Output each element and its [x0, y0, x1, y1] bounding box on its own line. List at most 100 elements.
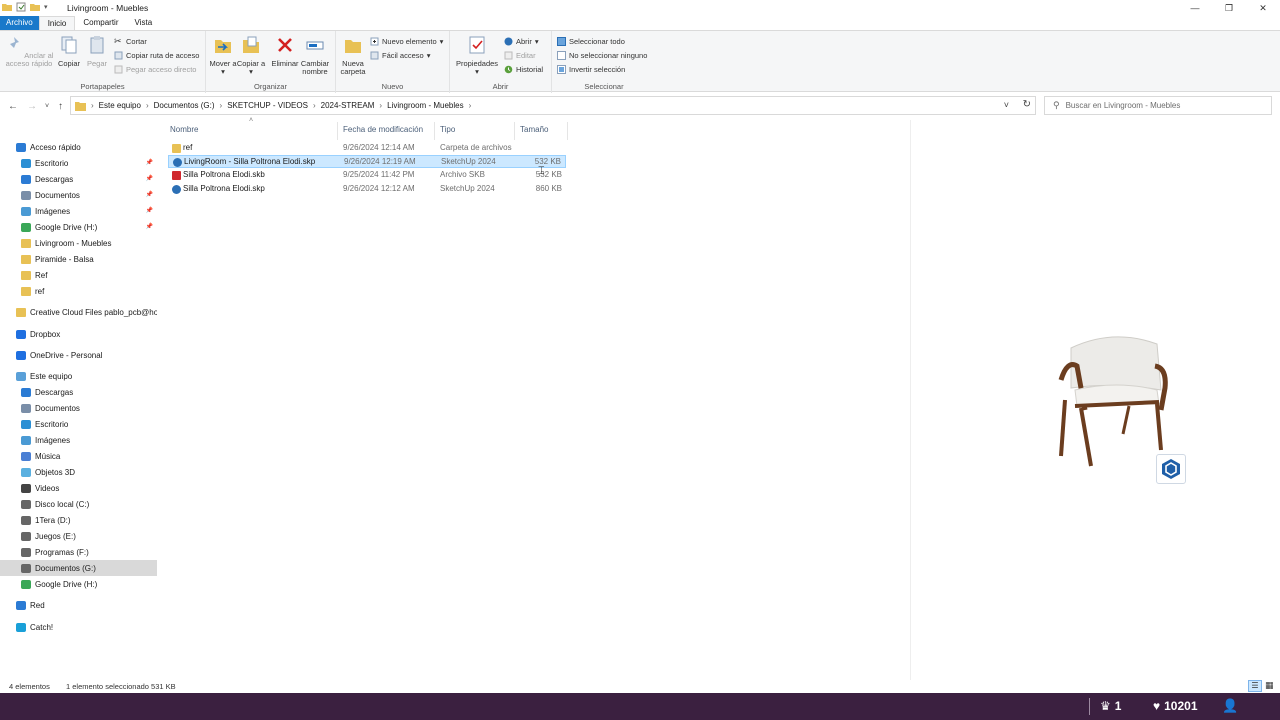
copy-button[interactable]: Copiar: [54, 35, 84, 68]
qat-dropdown-icon[interactable]: ▾: [44, 3, 48, 11]
divider: [1089, 698, 1090, 715]
new-folder-icon[interactable]: [30, 2, 40, 12]
file-row[interactable]: Silla Poltrona Elodi.skb 9/25/2024 11:42 …: [168, 169, 566, 182]
column-divider[interactable]: [514, 122, 515, 140]
nav-item-18[interactable]: Música: [0, 448, 157, 464]
chevron-right-icon[interactable]: ›: [146, 101, 149, 110]
nav-item-26[interactable]: Google Drive (H:): [0, 576, 157, 592]
large-icons-view-icon[interactable]: ▦: [1265, 680, 1274, 691]
nav-item-21[interactable]: Disco local (C:): [0, 496, 157, 512]
file-row[interactable]: Silla Poltrona Elodi.skp 9/26/2024 12:12 …: [168, 183, 566, 196]
nav-item-24[interactable]: Programas (F:): [0, 544, 157, 560]
pin-icon[interactable]: 📌: [146, 207, 153, 214]
back-arrow-icon[interactable]: ←: [8, 101, 18, 112]
nav-item-0[interactable]: Acceso rápido: [0, 139, 157, 155]
nav-item-11[interactable]: Dropbox: [0, 326, 157, 342]
column-divider[interactable]: [567, 122, 568, 140]
maximize-button[interactable]: ❐: [1212, 0, 1246, 16]
pin-icon[interactable]: 📌: [146, 223, 153, 230]
tab-archivo[interactable]: Archivo: [0, 16, 39, 30]
file-row[interactable]: LivingRoom - Silla Poltrona Elodi.skp 9/2…: [168, 155, 566, 168]
close-button[interactable]: ✕: [1246, 0, 1280, 16]
up-arrow-icon[interactable]: ↑: [58, 101, 63, 112]
nav-item-25[interactable]: Documentos (G:): [0, 560, 157, 576]
history-button[interactable]: Historial: [504, 65, 543, 74]
nav-item-14[interactable]: Descargas: [0, 384, 157, 400]
nav-item-22[interactable]: 1Tera (D:): [0, 512, 157, 528]
cut-button[interactable]: ✂ Cortar: [114, 37, 147, 47]
user-settings-icon[interactable]: 👤: [1222, 698, 1238, 714]
chevron-right-icon[interactable]: ›: [313, 101, 316, 110]
select-all-button[interactable]: Seleccionar todo: [557, 37, 625, 46]
nav-item-27[interactable]: Red: [0, 597, 157, 613]
paste-button[interactable]: Pegar: [82, 35, 112, 68]
breadcrumb-livingroom[interactable]: Livingroom - Muebles: [387, 101, 463, 110]
tab-inicio[interactable]: Inicio: [38, 16, 76, 30]
forward-arrow-icon[interactable]: →: [27, 101, 37, 112]
open-button[interactable]: Abrir ▾: [504, 37, 539, 46]
search-input[interactable]: ⚲ Buscar en Livingroom - Muebles: [1044, 96, 1272, 115]
pin-quick-access-button[interactable]: Anclar al acceso rápido: [2, 35, 56, 68]
minimize-button[interactable]: —: [1178, 0, 1212, 16]
nav-item-19[interactable]: Objetos 3D: [0, 464, 157, 480]
column-header-name[interactable]: Nombre: [170, 125, 198, 134]
nav-item-1[interactable]: Escritorio 📌: [0, 155, 157, 171]
nav-item-23[interactable]: Juegos (E:): [0, 528, 157, 544]
invert-selection-button[interactable]: Invertir selección: [557, 65, 625, 74]
nav-item-3[interactable]: Documentos 📌: [0, 187, 157, 203]
move-to-icon: [215, 40, 231, 53]
breadcrumb-este-equipo[interactable]: Este equipo: [99, 101, 141, 110]
address-bar[interactable]: › Este equipo › Documentos (G:) › SKETCH…: [70, 96, 1036, 115]
pin-icon[interactable]: 📌: [146, 191, 153, 198]
breadcrumb-documentos[interactable]: Documentos (G:): [154, 101, 215, 110]
chevron-right-icon[interactable]: ›: [379, 101, 382, 110]
nav-item-6[interactable]: Livingroom - Muebles: [0, 235, 157, 251]
pin-icon[interactable]: 📌: [146, 175, 153, 182]
column-divider[interactable]: [337, 122, 338, 140]
nav-item-7[interactable]: Piramide - Balsa: [0, 251, 157, 267]
tab-compartir[interactable]: Compartir: [75, 16, 126, 30]
nav-item-17[interactable]: Imágenes: [0, 432, 157, 448]
nav-item-2[interactable]: Descargas 📌: [0, 171, 157, 187]
tab-vista[interactable]: Vista: [127, 16, 161, 30]
nav-item-28[interactable]: Catch!: [0, 619, 157, 635]
properties-button[interactable]: Propiedades ▾: [454, 35, 500, 76]
nav-item-12[interactable]: OneDrive - Personal: [0, 347, 157, 363]
chevron-right-icon[interactable]: ›: [469, 101, 472, 110]
rename-button[interactable]: Cambiar nombre: [300, 35, 330, 76]
details-view-icon[interactable]: ☰: [1248, 680, 1262, 692]
edit-button[interactable]: Editar: [504, 51, 536, 60]
delete-button[interactable]: Eliminar: [270, 35, 300, 68]
refresh-icon[interactable]: ↻: [1023, 99, 1031, 110]
nav-item-8[interactable]: Ref: [0, 267, 157, 283]
copy-path-button[interactable]: Copiar ruta de acceso: [114, 51, 199, 60]
nav-item-9[interactable]: ref: [0, 283, 157, 299]
file-row[interactable]: ref 9/26/2024 12:14 AM Carpeta de archivos: [168, 142, 566, 155]
nav-item-20[interactable]: Videos: [0, 480, 157, 496]
nav-item-4[interactable]: Imágenes 📌: [0, 203, 157, 219]
address-dropdown-icon[interactable]: ˅: [1004, 100, 1009, 110]
select-none-button[interactable]: No seleccionar ninguno: [557, 51, 647, 60]
breadcrumb-2024-stream[interactable]: 2024-STREAM: [321, 101, 375, 110]
nav-item-16[interactable]: Escritorio: [0, 416, 157, 432]
new-folder-button[interactable]: Nueva carpeta: [338, 35, 368, 76]
copy-to-button[interactable]: Copiar a ▾: [236, 35, 266, 76]
column-header-date[interactable]: Fecha de modificación: [343, 125, 423, 134]
column-divider[interactable]: [434, 122, 435, 140]
stream-overlay-bar: ♛ 1 ♥ 10201 👤: [0, 693, 1280, 720]
nav-item-5[interactable]: Google Drive (H:) 📌: [0, 219, 157, 235]
breadcrumb-sketchup-videos[interactable]: SKETCHUP - VIDEOS: [227, 101, 308, 110]
move-to-button[interactable]: Mover a ▾: [208, 35, 238, 76]
nav-item-15[interactable]: Documentos: [0, 400, 157, 416]
recent-dropdown-icon[interactable]: ˅: [45, 103, 49, 110]
properties-icon[interactable]: [16, 2, 26, 12]
paste-shortcut-button[interactable]: Pegar acceso directo: [114, 65, 196, 74]
column-header-type[interactable]: Tipo: [440, 125, 455, 134]
nav-item-13[interactable]: Este equipo: [0, 368, 157, 384]
nav-item-10[interactable]: Creative Cloud Files pablo_pcb@ho: [0, 304, 157, 320]
chevron-right-icon[interactable]: ›: [220, 101, 223, 110]
new-item-button[interactable]: Nuevo elemento ▾: [370, 37, 443, 46]
column-header-size[interactable]: Tamaño: [520, 125, 548, 134]
pin-icon[interactable]: 📌: [146, 159, 153, 166]
easy-access-button[interactable]: Fácil acceso ▾: [370, 51, 430, 60]
